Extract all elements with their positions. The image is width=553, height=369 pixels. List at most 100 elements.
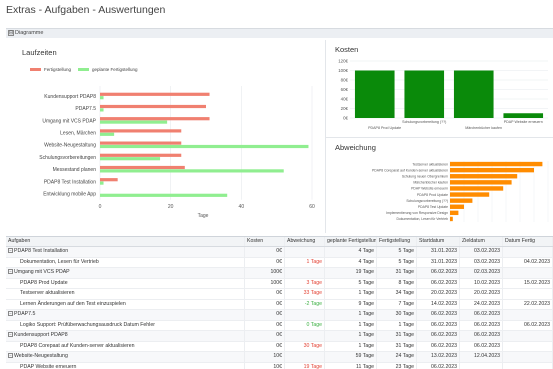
table-row[interactable]: Logiko Support: Prüfüberwachungsausdruck… <box>6 320 553 331</box>
diagram-section-header[interactable]: ⊟ Diagramme <box>6 28 553 38</box>
cell-task: − PDAP8 Test Installation <box>6 247 245 257</box>
table-row[interactable]: PDAP Website erneuern 10€ 19 Tage 11 Tage 23… <box>6 362 553 369</box>
cell-start: 31.01.2023 <box>417 257 460 267</box>
cell-text-cost: 0€ <box>276 342 282 349</box>
table-row[interactable]: Lernen Änderungen auf den Test einzuspie… <box>6 299 553 310</box>
bar-abweichung <box>450 167 534 173</box>
column-header-kosten[interactable]: Kosten <box>245 237 285 246</box>
cell-goal: 06.02.2023 <box>460 331 503 341</box>
bar-geplant <box>100 157 161 161</box>
column-header-datum-fertig[interactable]: Datum Fertig <box>503 237 553 246</box>
collapse-group-icon[interactable]: − <box>8 311 13 317</box>
cell-fin <box>503 352 553 362</box>
cell-task: − Website-Neugestaltung <box>6 352 245 362</box>
group-row[interactable]: − PDAP8 Test Installation 0€ 4 Tage 5 Tage 31… <box>6 247 553 258</box>
cell-done: 8 Tage <box>377 278 417 288</box>
cell-dev: 19 Tage <box>285 362 325 369</box>
column-header-startdatum[interactable]: Startdatum <box>417 237 460 246</box>
group-row[interactable]: − Website-Neugestaltung 10€ 59 Tage 24 Tage 1… <box>6 352 553 363</box>
bar-abweichung <box>450 204 464 209</box>
cell-text-cost: 0€ <box>276 290 282 296</box>
collapse-group-icon[interactable]: − <box>8 332 13 338</box>
cell-text-cost: 100€ <box>270 279 282 286</box>
y-tick-label: 100€ <box>338 68 348 73</box>
cell-start: 31.01.2023 <box>417 247 460 257</box>
cell-text-start: 20.02.2023 <box>431 290 457 296</box>
cell-text-goal: 02.03.2023 <box>474 269 500 275</box>
cell-text-task: PDAP8 Test Installation <box>14 248 69 254</box>
cell-text-cost: 0€ <box>276 321 282 328</box>
collapse-group-icon[interactable]: − <box>8 248 13 254</box>
abweichung-title: Abweichung <box>335 143 376 152</box>
cell-text-goal: 03.02.2023 <box>474 248 500 254</box>
column-header-aufgaben[interactable]: Aufgaben <box>6 237 245 246</box>
cell-plan: 9 Tage <box>325 299 377 309</box>
cell-text-plan: 59 Tage <box>355 353 374 359</box>
cell-dev: 30 Tage <box>285 341 325 351</box>
cell-cost: 0€ <box>245 310 285 320</box>
cell-start: 06.02.2023 <box>417 278 460 288</box>
cell-goal: 06.02.2023 <box>460 341 503 351</box>
cell-cost: 100€ <box>245 278 285 288</box>
grid-body: − PDAP8 Test Installation 0€ 4 Tage 5 Tage 31… <box>6 247 553 369</box>
column-header-geplante-fertigstellung[interactable]: geplante Fertigstellung <box>325 237 377 246</box>
column-header-abweichung[interactable]: Abweichung <box>285 237 325 246</box>
kosten-chart: 0€ 20€ 40€ 60€ 80€ 100€ 120€ Schulungsvorbereit… <box>338 59 548 130</box>
column-header-fertigstellung[interactable]: Fertigstellung <box>377 237 417 246</box>
cell-text-done: 31 Tage <box>395 342 414 349</box>
cell-task: Testserver aktualisieren <box>6 289 245 299</box>
y-tick-label: PDAP8 Test Installation <box>44 179 96 185</box>
legend-label-geplant: geplante Fertigstellung <box>92 67 138 72</box>
column-header-zieldatum[interactable]: Zieldatum <box>460 237 503 246</box>
collapse-group-icon[interactable]: − <box>8 269 13 275</box>
y-tick-label: Entwicklung mobile App <box>43 192 96 198</box>
cell-start: 13.02.2023 <box>417 352 460 362</box>
cell-plan: 1 Tage <box>325 289 377 299</box>
bar-fertigstellung <box>100 153 182 157</box>
cell-cost: 100€ <box>245 268 285 278</box>
cell-text-fin: 22.02.2023 <box>524 300 550 307</box>
group-row[interactable]: − Umgang mit VCS PDAP 100€ 19 Tage 31 Tage 06… <box>6 268 553 279</box>
bar-fertigstellung <box>100 165 185 170</box>
cell-goal: 20.02.2023 <box>460 289 503 299</box>
cell-text-plan: 5 Tage <box>358 279 374 286</box>
table-row[interactable]: Dokumentation, Lesen für Vertrieb 0€ 1 Tag… <box>6 257 553 268</box>
table-row[interactable]: Testserver aktualisieren 0€ 33 Tage 1 Tage 3… <box>6 289 553 300</box>
cell-fin: 06.02.2023 <box>503 320 553 330</box>
cell-text-fin: 06.02.2023 <box>524 321 550 328</box>
cell-task: Logiko Support: Prüfüberwachungsausdruck… <box>6 320 245 330</box>
cell-cost: 0€ <box>245 331 285 341</box>
cell-text-goal: 06.02.2023 <box>474 332 500 338</box>
cell-task: − Umgang mit VCS PDAP <box>6 268 245 278</box>
collapse-toggle-icon[interactable]: ⊟ <box>8 29 14 36</box>
y-tick-label: Schulungsvorbereitung (??) <box>406 199 448 203</box>
bar-abweichung <box>450 186 504 191</box>
cell-text-done: 31 Tage <box>395 269 414 275</box>
bar-kosten <box>453 70 494 118</box>
table-row[interactable]: PDAP8 Corepaat auf Kunden-server aktuali… <box>6 341 553 352</box>
collapse-group-icon[interactable]: − <box>8 353 13 359</box>
table-row[interactable]: PDAP8 Prod Update 100€ 3 Tage 5 Tage 8 Tage 0… <box>6 278 553 289</box>
cell-text-start: 06.02.2023 <box>431 332 457 338</box>
cell-text-goal: 06.02.2023 <box>474 342 500 349</box>
cell-goal: 12.04.2023 <box>460 352 503 362</box>
cell-text-start: 06.02.2023 <box>431 321 457 328</box>
cell-task: Dokumentation, Lesen für Vertrieb <box>6 257 245 267</box>
x-tick-label: PDAP Website erneuern <box>504 120 543 124</box>
bar-abweichung <box>450 180 512 185</box>
x-tick-label: 40 <box>239 204 245 210</box>
cell-task: Lernen Änderungen auf den Test einzuspie… <box>6 299 245 309</box>
cell-text-start: 06.02.2023 <box>431 279 457 286</box>
cell-done: 31 Tage <box>377 268 417 278</box>
group-row[interactable]: − PDAP7.5 0€ 1 Tage 30 Tage 06.02.2023 06.02.2… <box>6 310 553 321</box>
cell-task: − Kundensupport PDAP8 <box>6 331 245 341</box>
group-row[interactable]: − Kundensupport PDAP8 0€ 1 Tage 31 Tage 06.02… <box>6 331 553 342</box>
cell-fin <box>503 247 553 257</box>
cell-task: PDAP8 Prod Update <box>6 278 245 288</box>
legend-label-fertigstellung: Fertigstellung <box>44 67 72 72</box>
cell-done: 7 Tage <box>377 299 417 309</box>
y-tick-label: Dokumentation, Lesen für Vertrieb <box>397 217 449 221</box>
cell-done: 34 Tage <box>377 289 417 299</box>
y-tick-label: 120€ <box>338 59 348 64</box>
y-tick-label: PDAP Website erneuern <box>411 187 448 191</box>
